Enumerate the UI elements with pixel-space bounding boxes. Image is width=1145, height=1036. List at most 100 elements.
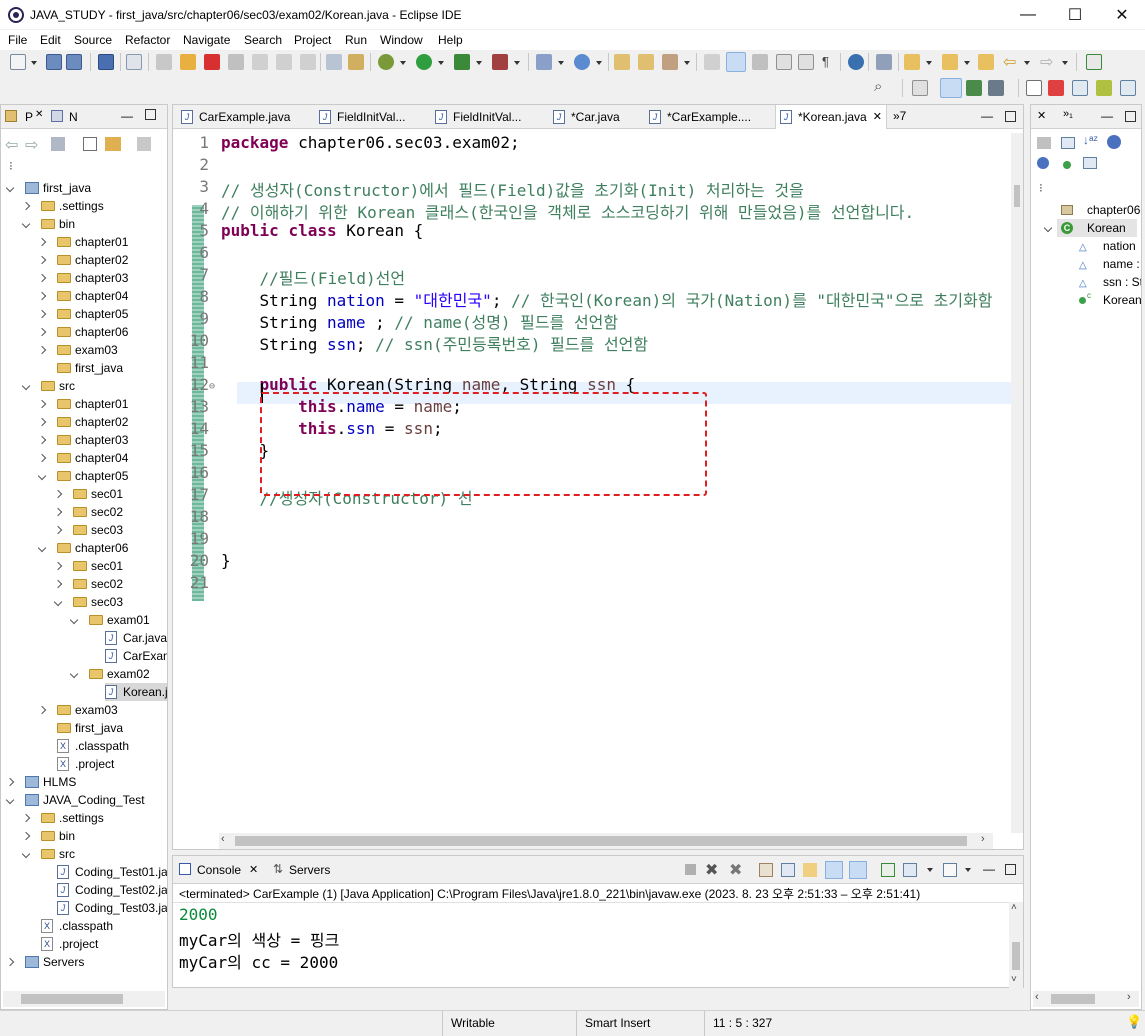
menu-refactor[interactable]: Refactor	[125, 33, 170, 47]
chevron-down-icon[interactable]: ˅	[1011, 974, 1017, 985]
tree-item[interactable]: J Coding_Test02.ja	[1, 881, 167, 899]
chevron-right-icon[interactable]	[53, 525, 63, 535]
step-over-icon[interactable]	[276, 54, 292, 70]
problems-view-icon[interactable]	[1096, 80, 1112, 96]
java-ee-perspective-icon[interactable]	[940, 78, 962, 98]
skip-breakpoints-icon[interactable]	[126, 54, 142, 70]
forward-arrow-icon[interactable]: ⇨	[25, 135, 38, 155]
close-icon[interactable]: ✕	[1037, 109, 1046, 122]
outline-item[interactable]: C Korean	[1031, 219, 1141, 237]
tree-item[interactable]: J Car.java	[1, 629, 167, 647]
step-return-icon[interactable]	[300, 54, 316, 70]
tree-item[interactable]: src	[1, 845, 167, 863]
tree-item[interactable]: first_java	[1, 719, 167, 737]
mark-occurrences-icon[interactable]	[726, 52, 746, 72]
kebab-menu-icon[interactable]: ⁝	[1039, 181, 1043, 195]
display-console-icon[interactable]	[903, 863, 917, 877]
editor-tab-active[interactable]: J *Korean.java ✕	[775, 105, 887, 129]
new-java-project-icon[interactable]	[536, 54, 552, 70]
next-annotation-icon[interactable]	[876, 54, 892, 70]
chevron-right-icon[interactable]	[37, 453, 47, 463]
menu-run[interactable]: Run	[345, 33, 367, 47]
chevron-right-icon[interactable]	[37, 327, 47, 337]
tree-item[interactable]: chapter03	[1, 431, 167, 449]
open-resource-icon[interactable]	[638, 54, 654, 70]
tree-item[interactable]: first_java	[1, 179, 167, 197]
link-with-editor-icon[interactable]	[105, 137, 121, 151]
scroll-lock-icon[interactable]	[781, 863, 795, 877]
tree-item[interactable]: exam01	[1, 611, 167, 629]
tree-item[interactable]: chapter01	[1, 395, 167, 413]
pin-editor-icon[interactable]	[1086, 54, 1102, 70]
close-icon[interactable]: ✕	[873, 105, 882, 129]
editor-tab[interactable]: J CarExample.java	[177, 105, 313, 129]
maximize-view-icon[interactable]	[145, 109, 156, 120]
chevron-down-icon[interactable]	[514, 61, 520, 65]
chevron-down-icon[interactable]	[21, 849, 31, 859]
sort-icon[interactable]	[1061, 137, 1075, 149]
search-tool-icon[interactable]	[662, 54, 678, 70]
chevron-right-icon[interactable]	[37, 273, 47, 283]
collapse-all-icon[interactable]	[83, 137, 97, 151]
tree-item[interactable]: chapter02	[1, 251, 167, 269]
lightbulb-icon[interactable]: 💡	[1126, 1014, 1142, 1030]
menu-project[interactable]: Project	[294, 33, 331, 47]
more-tabs-button[interactable]: »₁	[1063, 108, 1073, 120]
horizontal-scrollbar[interactable]	[3, 991, 165, 1007]
chevron-right-icon[interactable]: ›	[1127, 991, 1131, 1003]
menu-edit[interactable]: Edit	[40, 33, 61, 47]
chevron-down-icon[interactable]	[31, 61, 37, 65]
fold-collapse-icon[interactable]: ⊖	[209, 381, 215, 392]
tree-item[interactable]: X .project	[1, 755, 167, 773]
tree-item[interactable]: exam03	[1, 701, 167, 719]
tree-item[interactable]: Servers	[1, 953, 167, 971]
editor-tab[interactable]: J *Car.java	[549, 105, 649, 129]
back-arrow-icon[interactable]: ⇦	[1003, 52, 1016, 72]
debug-perspective-icon[interactable]	[966, 80, 982, 96]
chevron-down-icon[interactable]	[69, 669, 79, 679]
chevron-right-icon[interactable]	[21, 813, 31, 823]
chevron-right-icon[interactable]	[37, 399, 47, 409]
block-selection-icon[interactable]	[752, 54, 768, 70]
minimize-view-icon[interactable]: —	[981, 109, 993, 123]
chevron-right-icon[interactable]	[37, 705, 47, 715]
outline-item[interactable]: △ ssn : St	[1031, 273, 1141, 291]
chevron-right-icon[interactable]	[37, 435, 47, 445]
show-on-error-icon[interactable]	[849, 861, 867, 879]
tree-item[interactable]: chapter03	[1, 269, 167, 287]
vertical-scrollbar[interactable]	[1011, 133, 1023, 833]
tree-item[interactable]: J Korean.j	[1, 683, 167, 701]
prev-edit-icon[interactable]	[942, 54, 958, 70]
code-area[interactable]: 1 package chapter06.sec03.exam02; 2 3 // 생성자…	[189, 133, 1013, 833]
tree-item[interactable]: sec01	[1, 485, 167, 503]
save-all-icon[interactable]	[66, 54, 82, 70]
save-icon[interactable]	[46, 54, 62, 70]
insert-mode-status[interactable]: Smart Insert	[576, 1011, 704, 1036]
tree-item[interactable]: chapter04	[1, 287, 167, 305]
editor-tab[interactable]: J FieldInitVal...	[431, 105, 549, 129]
chevron-right-icon[interactable]	[37, 255, 47, 265]
maximize-view-icon[interactable]	[1125, 111, 1136, 122]
tree-item[interactable]: chapter06	[1, 539, 167, 557]
chevron-up-icon[interactable]: ˄	[1011, 902, 1017, 913]
coverage-icon[interactable]	[454, 54, 470, 70]
chevron-down-icon[interactable]	[558, 61, 564, 65]
chevron-down-icon[interactable]	[37, 543, 47, 553]
menu-file[interactable]: File	[8, 33, 27, 47]
menu-window[interactable]: Window	[380, 33, 423, 47]
pin-console-icon[interactable]	[881, 863, 895, 877]
chevron-right-icon[interactable]	[5, 777, 15, 787]
chevron-down-icon[interactable]	[37, 471, 47, 481]
remove-all-icon[interactable]: ✖	[729, 860, 742, 880]
tab-console[interactable]: Console	[197, 863, 241, 877]
chevron-down-icon[interactable]	[1043, 223, 1053, 233]
menu-source[interactable]: Source	[74, 33, 112, 47]
up-arrow-icon[interactable]	[51, 137, 65, 151]
disconnect-icon[interactable]	[228, 54, 244, 70]
close-icon[interactable]: ✕	[249, 863, 258, 876]
minimize-view-icon[interactable]: —	[983, 862, 995, 876]
tree-item[interactable]: X .classpath	[1, 737, 167, 755]
horizontal-scrollbar[interactable]: ‹ ›	[219, 833, 993, 849]
collapse-all-icon[interactable]	[1037, 137, 1051, 149]
tree-item[interactable]: chapter05	[1, 305, 167, 323]
